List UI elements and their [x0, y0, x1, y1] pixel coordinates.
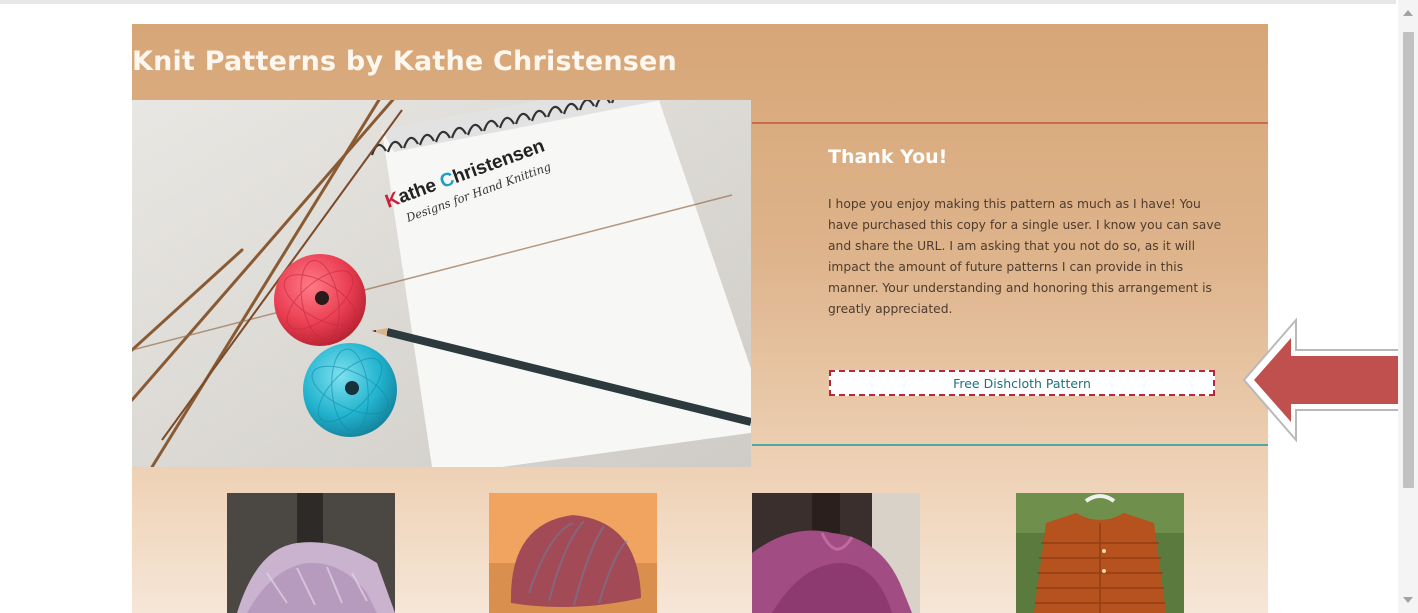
thank-you-heading: Thank You! — [828, 146, 948, 168]
divider-bottom — [752, 444, 1268, 446]
thumbnail-shawl[interactable] — [752, 493, 920, 613]
thumbnail-scarf[interactable] — [227, 493, 395, 613]
free-dishcloth-pattern-button[interactable]: Free Dishcloth Pattern — [829, 370, 1215, 396]
hero-image: Kathe Christensen Designs for Hand Knitt… — [132, 100, 751, 467]
page-content: Knit Patterns by Kathe Christensen Kathe… — [132, 24, 1268, 613]
top-border — [0, 0, 1396, 4]
divider-top — [752, 122, 1268, 124]
scrollbar-thumb[interactable] — [1403, 32, 1414, 488]
thumbnail-hat[interactable] — [489, 493, 657, 613]
scroll-down-arrow-icon[interactable] — [1403, 597, 1413, 603]
left-arrow-icon — [1240, 314, 1418, 450]
thumbnail-sweater[interactable] — [1016, 493, 1184, 613]
thank-you-message: I hope you enjoy making this pattern as … — [828, 197, 1222, 316]
vertical-scrollbar[interactable] — [1398, 0, 1418, 613]
site-title[interactable]: Knit Patterns by Kathe Christensen — [132, 46, 677, 77]
scroll-up-arrow-icon[interactable] — [1403, 10, 1413, 16]
